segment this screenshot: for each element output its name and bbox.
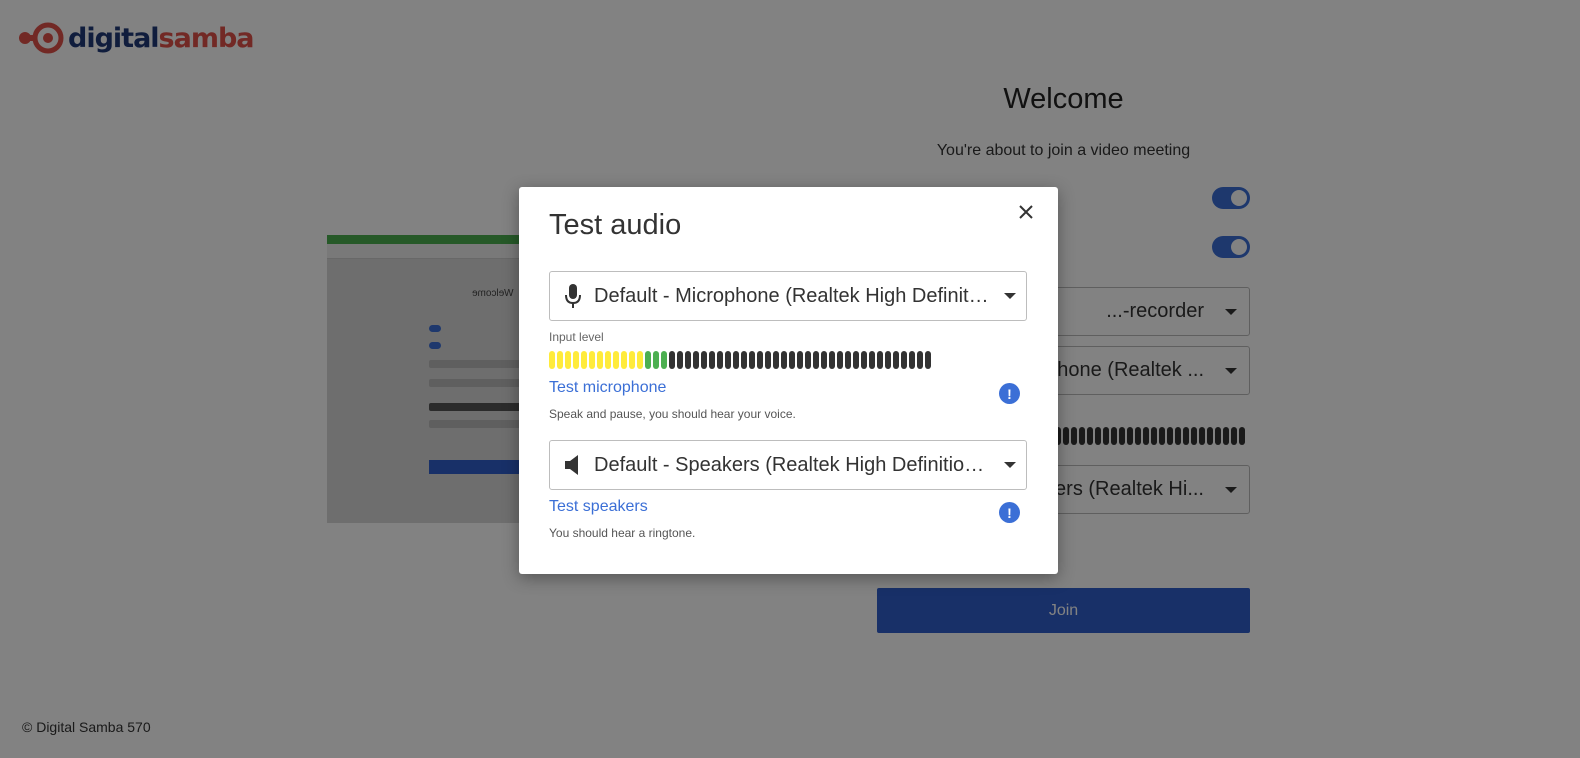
level-bar [741, 351, 747, 369]
level-bar [781, 351, 787, 369]
level-bar [653, 351, 659, 369]
dialog-title: Test audio [549, 209, 682, 241]
test-audio-dialog: Test audio Default - Microphone (Realtek… [519, 187, 1058, 574]
level-bar [821, 351, 827, 369]
level-bar [573, 351, 579, 369]
level-bar [829, 351, 835, 369]
level-bar [733, 351, 739, 369]
microphone-device-select[interactable]: Default - Microphone (Realtek High Defin… [549, 271, 1027, 321]
test-speakers-hint: You should hear a ringtone. [549, 526, 696, 540]
speakers-info-icon[interactable]: ! [999, 502, 1020, 523]
level-bar [629, 351, 635, 369]
chevron-down-icon [1004, 462, 1016, 468]
level-bar [749, 351, 755, 369]
level-bar [725, 351, 731, 369]
input-level-meter [549, 351, 1028, 369]
level-bar [597, 351, 603, 369]
level-bar [637, 351, 643, 369]
level-bar [917, 351, 923, 369]
level-bar [677, 351, 683, 369]
level-bar [789, 351, 795, 369]
level-bar [565, 351, 571, 369]
level-bar [669, 351, 675, 369]
level-bar [853, 351, 859, 369]
speaker-icon [562, 451, 584, 479]
level-bar [805, 351, 811, 369]
level-bar [877, 351, 883, 369]
level-bar [693, 351, 699, 369]
level-bar [549, 351, 555, 369]
level-bar [645, 351, 651, 369]
test-microphone-hint: Speak and pause, you should hear your vo… [549, 407, 796, 421]
chevron-down-icon [1004, 293, 1016, 299]
level-bar [613, 351, 619, 369]
level-bar [797, 351, 803, 369]
level-bar [589, 351, 595, 369]
speakers-device-select[interactable]: Default - Speakers (Realtek High Definit… [549, 440, 1027, 490]
level-bar [581, 351, 587, 369]
microphone-device-label: Default - Microphone (Realtek High Defin… [594, 284, 992, 307]
microphone-info-icon[interactable]: ! [999, 383, 1020, 404]
level-bar [901, 351, 907, 369]
level-bar [869, 351, 875, 369]
close-icon [1019, 205, 1033, 219]
close-button[interactable] [1012, 198, 1040, 226]
level-bar [701, 351, 707, 369]
speakers-device-label: Default - Speakers (Realtek High Definit… [594, 453, 992, 476]
test-microphone-link[interactable]: Test microphone [549, 379, 666, 397]
level-bar [717, 351, 723, 369]
level-bar [909, 351, 915, 369]
level-bar [813, 351, 819, 369]
microphone-icon [562, 282, 584, 310]
level-bar [621, 351, 627, 369]
level-bar [925, 351, 931, 369]
level-bar [837, 351, 843, 369]
level-bar [557, 351, 563, 369]
input-level-label: Input level [549, 330, 604, 344]
level-bar [845, 351, 851, 369]
level-bar [893, 351, 899, 369]
level-bar [685, 351, 691, 369]
level-bar [709, 351, 715, 369]
level-bar [757, 351, 763, 369]
level-bar [773, 351, 779, 369]
level-bar [605, 351, 611, 369]
level-bar [861, 351, 867, 369]
level-bar [885, 351, 891, 369]
level-bar [765, 351, 771, 369]
test-speakers-link[interactable]: Test speakers [549, 498, 648, 516]
level-bar [661, 351, 667, 369]
